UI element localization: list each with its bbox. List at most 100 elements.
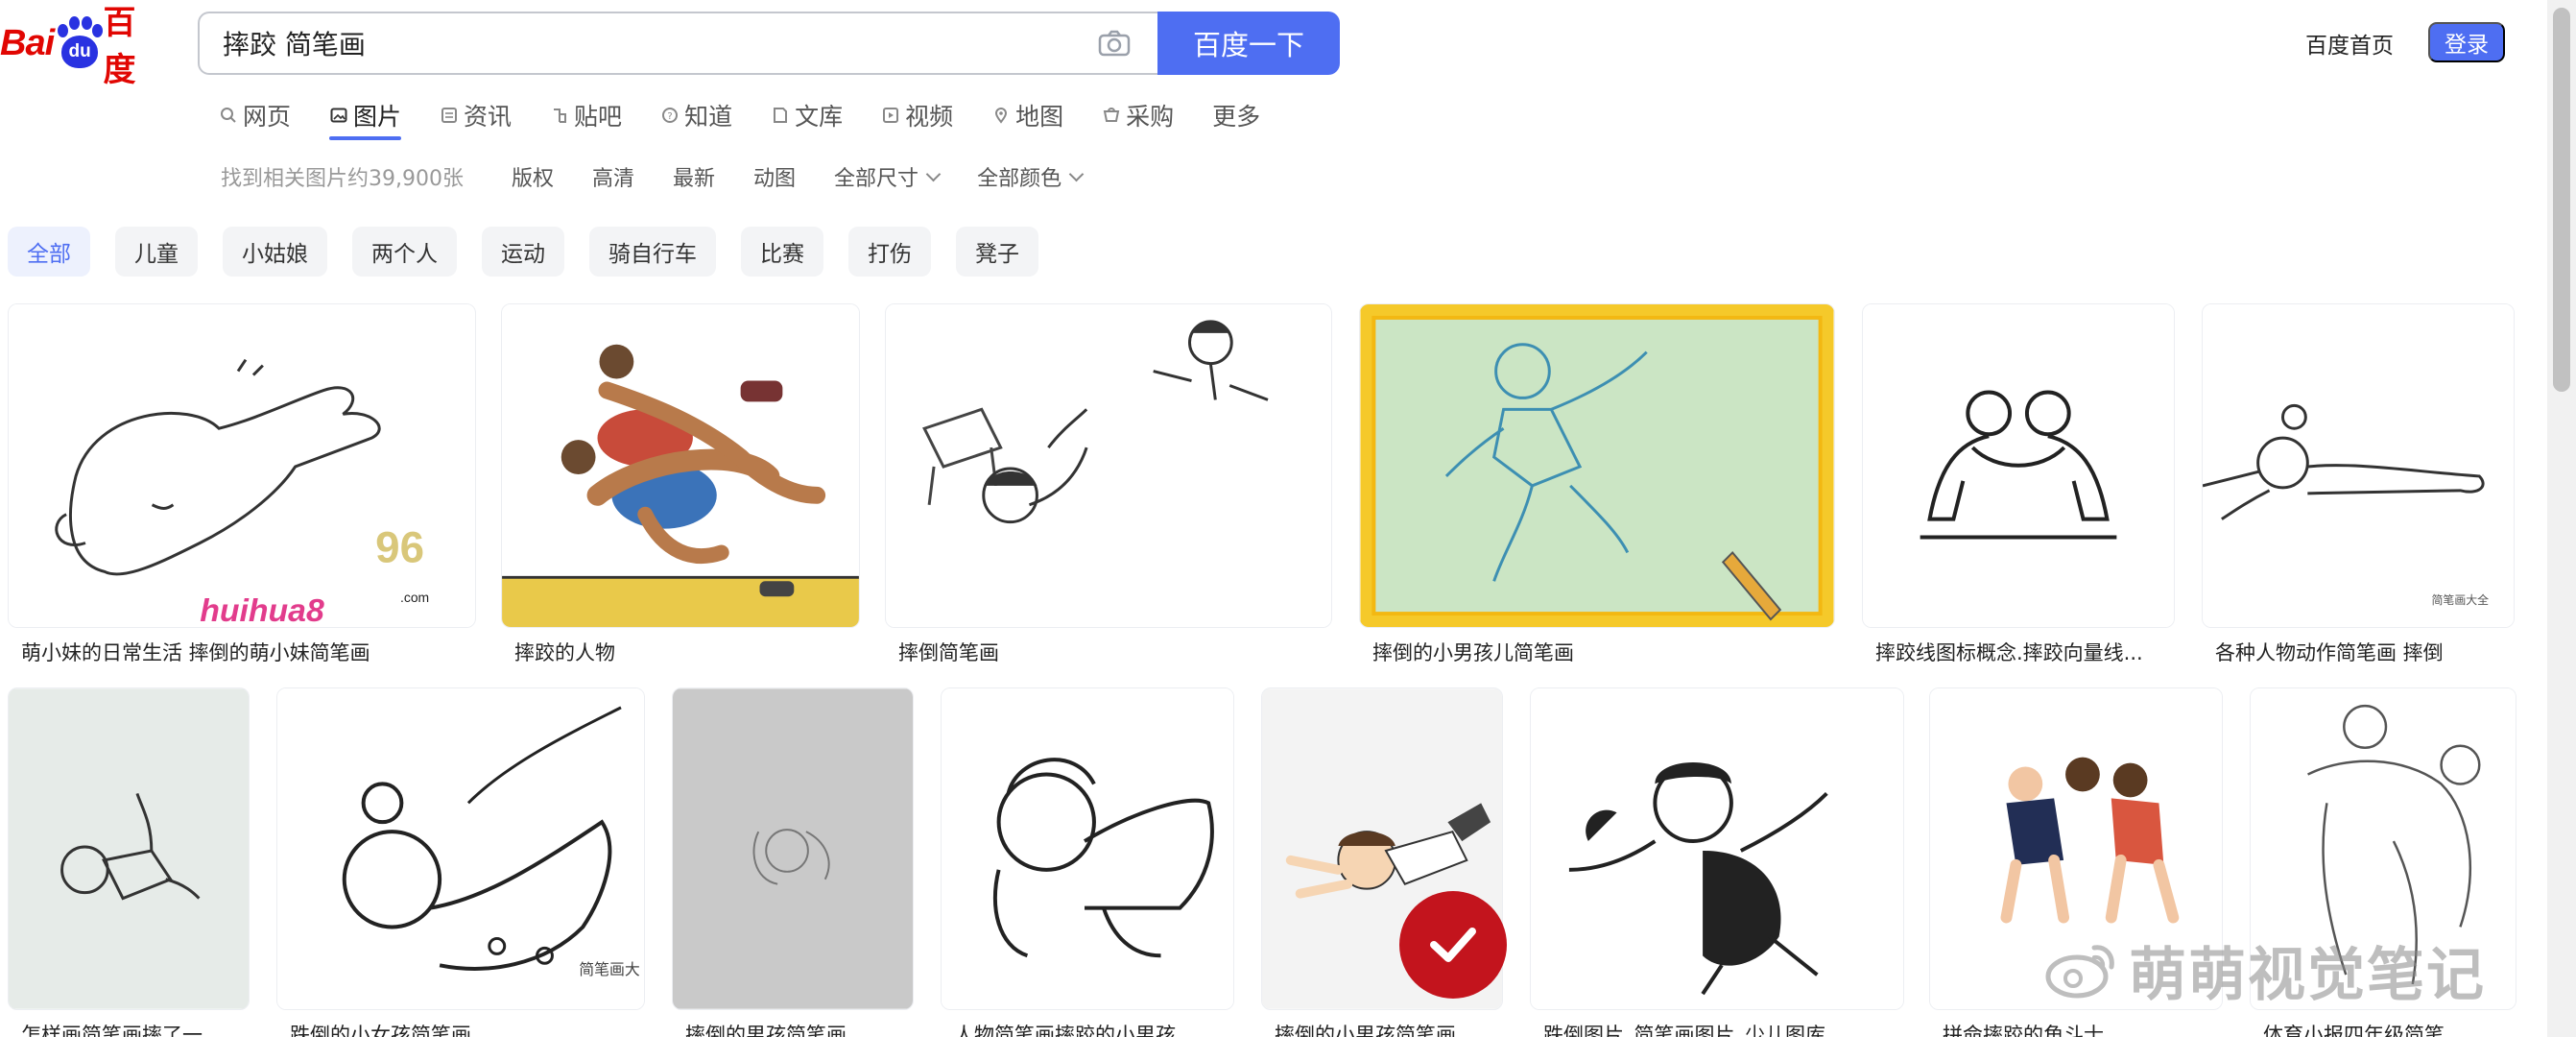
image-caption[interactable]: 跌倒的小女孩简笔画 <box>290 1020 643 1037</box>
page-scrollbar[interactable] <box>2547 0 2576 1037</box>
chip-little-girl[interactable]: 小姑娘 <box>223 227 327 277</box>
chip-bicycle[interactable]: 骑自行车 <box>589 227 716 277</box>
wrestlers-illustration <box>502 304 859 627</box>
watermark-text: 简笔画大 <box>579 960 640 978</box>
scrollbar-thumb[interactable] <box>2553 8 2570 392</box>
chip-injury[interactable]: 打伤 <box>848 227 931 277</box>
search-box <box>198 12 1157 75</box>
image-caption[interactable]: 摔跤的人物 <box>514 638 860 666</box>
filter-copyright[interactable]: 版权 <box>512 161 554 192</box>
chevron-down-icon <box>1068 166 1085 181</box>
tab-images[interactable]: 图片 <box>329 96 402 140</box>
tab-tieba[interactable]: 贴吧 <box>550 96 622 134</box>
tab-news[interactable]: 资讯 <box>440 96 512 134</box>
image-thumbnail[interactable] <box>1359 303 1835 628</box>
tab-more[interactable]: 更多 <box>1212 96 1260 134</box>
falling-woman-sketch: 简笔画大全 <box>2203 304 2514 627</box>
filter-line: 找到相关图片约39,900张 版权 高清 最新 动图 全部尺寸 全部颜色 <box>221 159 1120 194</box>
tab-label: 文库 <box>795 103 844 131</box>
tab-purchase[interactable]: 采购 <box>1102 96 1174 134</box>
question-icon: ? <box>660 106 680 125</box>
cart-icon <box>1102 106 1121 125</box>
filter-animated[interactable]: 动图 <box>753 161 796 192</box>
home-link[interactable]: 百度首页 <box>2305 27 2394 60</box>
tab-label: 知道 <box>684 103 733 131</box>
doc-icon <box>771 106 790 125</box>
result-count: 找到相关图片约39,900张 <box>221 167 464 191</box>
image-caption[interactable]: 摔倒的小男孩儿简笔画 <box>1372 638 1833 666</box>
image-caption[interactable]: 怎样画简笔画摔了一... <box>21 1020 248 1037</box>
filter-latest[interactable]: 最新 <box>673 161 715 192</box>
logo-bai-text: Bai <box>0 22 55 63</box>
tab-label: 更多 <box>1212 103 1261 131</box>
tieba-icon <box>550 106 569 125</box>
chip-sports[interactable]: 运动 <box>482 227 564 277</box>
search-button[interactable]: 百度一下 <box>1157 12 1340 75</box>
tab-label: 资讯 <box>464 103 513 131</box>
camera-icon[interactable] <box>1098 30 1131 57</box>
chip-stool[interactable]: 凳子 <box>956 227 1038 277</box>
image-thumbnail[interactable]: 简笔画大 <box>276 687 645 1010</box>
header: Bai du 百度 百度一下 百度首页 登录 网页 图片 资讯 <box>0 0 2576 191</box>
weibo-watermark: 萌萌视觉笔记 <box>2044 931 2486 1009</box>
baidu-logo[interactable]: Bai du 百度 <box>0 4 165 89</box>
watermark-number-text: 96 <box>375 522 424 571</box>
image-caption[interactable]: 拼命摔跤的角斗士 <box>1943 1020 2221 1037</box>
tab-label: 图片 <box>353 103 402 131</box>
selected-check-icon[interactable] <box>1399 891 1507 999</box>
filter-color-dropdown[interactable]: 全部颜色 <box>977 161 1085 192</box>
related-chips: 全部 儿童 小姑娘 两个人 运动 骑自行车 比赛 打伤 凳子 <box>8 227 1063 277</box>
search-icon <box>219 106 238 125</box>
logo-chinese-text: 百度 <box>103 4 136 89</box>
tab-video[interactable]: 视频 <box>881 96 953 134</box>
tab-wenku[interactable]: 文库 <box>771 96 843 134</box>
filter-size-label: 全部尺寸 <box>834 167 919 191</box>
image-thumbnail[interactable]: huihua8 .com 96 <box>8 303 476 628</box>
falling-girl-line-sketch: 简笔画大 <box>277 688 644 1009</box>
video-icon <box>881 106 900 125</box>
weibo-icon <box>2045 945 2114 999</box>
image-thumbnail[interactable] <box>501 303 860 628</box>
image-caption[interactable]: 萌小妹的日常生活 摔倒的萌小妹简笔画 <box>21 638 472 666</box>
image-caption[interactable]: 摔倒简笔画 <box>898 638 1330 666</box>
image-thumbnail[interactable] <box>8 687 250 1010</box>
logo-du-text: du <box>61 36 99 68</box>
map-icon <box>991 106 1011 125</box>
filter-hd[interactable]: 高清 <box>592 161 634 192</box>
tab-zhidao[interactable]: ? 知道 <box>660 96 732 134</box>
chip-two-people[interactable]: 两个人 <box>352 227 457 277</box>
falling-boys-sketch <box>886 304 1331 627</box>
watermark-text: 萌萌视觉笔记 <box>2129 941 2486 1009</box>
tab-label: 贴吧 <box>574 103 623 131</box>
image-caption[interactable]: 体育小报四年级简笔... <box>2263 1020 2515 1037</box>
watermark-brand-text: huihua8 <box>200 592 324 627</box>
image-thumbnail[interactable] <box>1862 303 2175 628</box>
wrestling-line-icon <box>1863 304 2174 627</box>
chip-children[interactable]: 儿童 <box>115 227 198 277</box>
pencil-fall-sketch <box>9 688 249 1009</box>
image-caption[interactable]: 人物简笔画摔跤的小男孩... <box>954 1020 1232 1037</box>
chip-competition[interactable]: 比赛 <box>741 227 823 277</box>
chip-all[interactable]: 全部 <box>8 227 90 277</box>
filter-size-dropdown[interactable]: 全部尺寸 <box>834 161 942 192</box>
image-caption[interactable]: 各种人物动作简笔画 摔倒 <box>2215 638 2513 666</box>
image-caption[interactable]: 摔倒的小男孩简笔画 <box>1275 1020 1501 1037</box>
falling-boy-green-sketch <box>1360 304 1834 627</box>
fallen-girl-sketch: huihua8 .com 96 <box>9 304 475 627</box>
search-input[interactable] <box>223 13 1067 73</box>
image-caption[interactable]: 摔跤线图标概念.摔跤向量线... <box>1875 638 2173 666</box>
filter-color-label: 全部颜色 <box>977 167 1062 191</box>
chevron-down-icon <box>925 166 942 181</box>
login-button[interactable]: 登录 <box>2428 22 2505 62</box>
image-caption[interactable]: 跌倒图片_简笔画图片_少儿图库 <box>1543 1020 1902 1037</box>
tab-web[interactable]: 网页 <box>219 96 291 134</box>
watermark-com-text: .com <box>400 590 429 605</box>
image-thumbnail[interactable] <box>885 303 1332 628</box>
image-caption[interactable]: 摔倒的男孩简笔画 <box>685 1020 912 1037</box>
image-thumbnail[interactable] <box>941 687 1234 1010</box>
image-thumbnail[interactable]: 简笔画大全 <box>2202 303 2515 628</box>
image-thumbnail[interactable] <box>1530 687 1904 1010</box>
image-thumbnail[interactable] <box>672 687 914 1010</box>
tab-map[interactable]: 地图 <box>991 96 1063 134</box>
svg-text:?: ? <box>667 111 672 122</box>
